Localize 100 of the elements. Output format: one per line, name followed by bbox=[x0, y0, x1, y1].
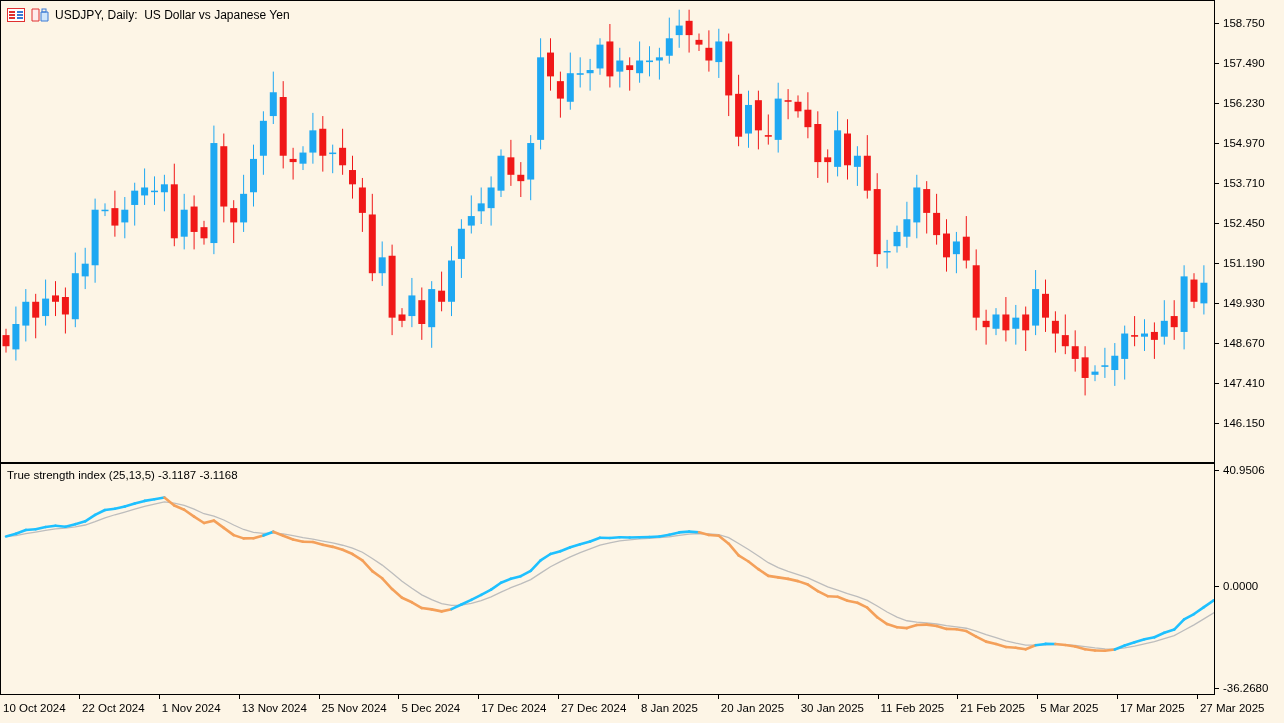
candle bbox=[438, 271, 446, 312]
candle bbox=[933, 193, 941, 246]
date-label: 27 Mar 2025 bbox=[1199, 702, 1265, 714]
candle bbox=[507, 139, 515, 187]
candle bbox=[547, 37, 554, 92]
candle bbox=[418, 287, 426, 341]
date-label: 5 Mar 2025 bbox=[1040, 702, 1099, 714]
candle bbox=[22, 288, 30, 342]
candle bbox=[1022, 306, 1030, 352]
candle bbox=[1121, 325, 1129, 381]
price-label: 152.450 bbox=[1223, 217, 1265, 229]
candle bbox=[804, 91, 812, 139]
candle bbox=[1200, 264, 1208, 315]
candle bbox=[715, 28, 723, 79]
date-label: 1 Nov 2024 bbox=[161, 702, 221, 714]
candle bbox=[893, 225, 901, 254]
candle bbox=[378, 240, 386, 287]
candle bbox=[1061, 314, 1069, 355]
candle bbox=[586, 58, 594, 92]
candle bbox=[160, 174, 168, 212]
candle bbox=[794, 94, 802, 119]
candle bbox=[1170, 299, 1178, 341]
candle bbox=[1042, 279, 1049, 333]
candle bbox=[358, 177, 366, 233]
candle bbox=[1091, 364, 1099, 382]
candle bbox=[477, 187, 485, 225]
candle bbox=[527, 134, 535, 201]
date-label: 10 Oct 2024 bbox=[3, 702, 66, 714]
candle bbox=[784, 88, 792, 120]
candle bbox=[289, 147, 297, 181]
candle bbox=[774, 82, 782, 154]
candle bbox=[81, 247, 89, 290]
candle bbox=[12, 306, 20, 361]
candle bbox=[883, 239, 891, 269]
candle bbox=[655, 47, 663, 81]
list-icon[interactable] bbox=[7, 8, 25, 22]
candle bbox=[131, 182, 139, 227]
candle bbox=[646, 45, 653, 77]
candle bbox=[269, 71, 277, 125]
candle bbox=[695, 33, 703, 52]
template-icon[interactable] bbox=[31, 8, 49, 22]
candle bbox=[685, 9, 693, 54]
candle bbox=[259, 110, 267, 176]
candle bbox=[903, 201, 911, 249]
candle bbox=[665, 17, 673, 65]
candle bbox=[834, 110, 842, 177]
candle bbox=[923, 180, 931, 234]
indicator-value-label: -36.2680 bbox=[1223, 682, 1269, 694]
candle bbox=[240, 174, 248, 233]
chart-title: USDJPY, Daily: US Dollar vs Japanese Yen bbox=[55, 8, 290, 22]
candle bbox=[745, 90, 752, 149]
candle bbox=[190, 194, 198, 250]
candle bbox=[1002, 296, 1010, 342]
candle bbox=[853, 145, 861, 187]
candle bbox=[754, 90, 762, 150]
candle bbox=[319, 115, 327, 173]
candle bbox=[428, 280, 436, 349]
candle bbox=[111, 190, 119, 238]
indicator-title: True strength index (25,13,5) -3.1187 -3.1168 bbox=[7, 469, 238, 481]
candle bbox=[1150, 321, 1158, 360]
date-label: 5 Dec 2024 bbox=[401, 702, 461, 714]
date-label: 22 Oct 2024 bbox=[82, 702, 145, 714]
candle bbox=[457, 218, 465, 279]
indicator-value-label: 40.9506 bbox=[1223, 464, 1265, 476]
candle bbox=[1141, 318, 1148, 352]
date-label: 21 Feb 2025 bbox=[960, 702, 1025, 714]
candle bbox=[1160, 299, 1168, 346]
candle bbox=[962, 215, 970, 269]
candle bbox=[982, 309, 990, 346]
candle bbox=[1051, 310, 1059, 354]
price-label: 153.710 bbox=[1223, 177, 1265, 189]
price-label: 146.150 bbox=[1223, 417, 1265, 429]
candle bbox=[349, 155, 356, 200]
candle bbox=[1032, 269, 1040, 336]
candle bbox=[626, 56, 634, 92]
candle bbox=[32, 293, 40, 339]
candle bbox=[230, 199, 238, 244]
candle bbox=[824, 148, 832, 184]
candle bbox=[913, 174, 921, 239]
candle bbox=[299, 145, 307, 171]
candle bbox=[814, 110, 822, 179]
date-label: 27 Dec 2024 bbox=[561, 702, 627, 714]
date-label: 25 Nov 2024 bbox=[321, 702, 387, 714]
price-label: 156.230 bbox=[1223, 97, 1265, 109]
candle bbox=[1101, 347, 1109, 379]
candle bbox=[1071, 329, 1079, 373]
candle bbox=[1190, 272, 1198, 309]
price-label: 151.190 bbox=[1223, 257, 1265, 269]
date-label: 17 Mar 2025 bbox=[1120, 702, 1185, 714]
candle bbox=[764, 114, 772, 146]
candle bbox=[250, 144, 257, 208]
candle bbox=[151, 175, 158, 206]
candle bbox=[566, 52, 574, 111]
price-label: 149.930 bbox=[1223, 297, 1265, 309]
candle bbox=[487, 175, 495, 227]
candle bbox=[448, 245, 455, 317]
candle bbox=[1081, 345, 1089, 396]
date-label: 30 Jan 2025 bbox=[800, 702, 864, 714]
candle bbox=[61, 287, 69, 334]
candle bbox=[408, 277, 416, 328]
